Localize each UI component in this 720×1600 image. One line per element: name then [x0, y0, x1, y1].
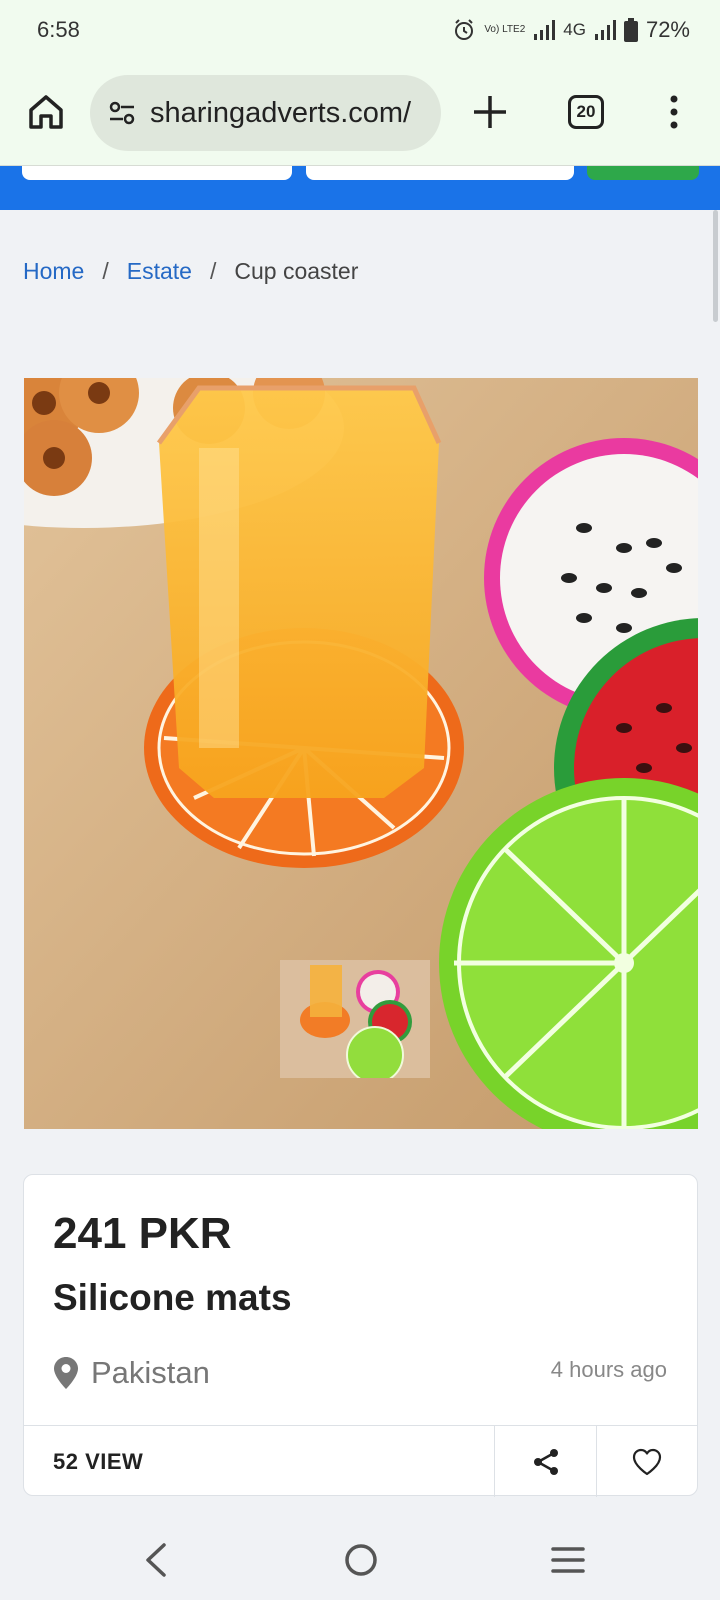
listing-title: Silicone mats: [53, 1277, 292, 1318]
share-button[interactable]: [494, 1426, 596, 1497]
back-icon[interactable]: [140, 1540, 170, 1580]
battery-percent: 72%: [645, 17, 690, 42]
listing-location: Pakistan: [53, 1355, 210, 1391]
product-thumbnail[interactable]: [280, 960, 430, 1078]
url-text: sharingadverts.com/: [150, 96, 412, 129]
site-header: [0, 166, 720, 210]
home-icon[interactable]: [26, 92, 66, 132]
status-time: 6:58: [37, 17, 80, 42]
browser-toolbar: sharingadverts.com/ 20: [0, 62, 720, 166]
breadcrumb-home[interactable]: Home: [23, 258, 84, 285]
posted-time: 4 hours ago: [550, 1357, 667, 1382]
signal-icon-2: [594, 20, 616, 40]
location-text: Pakistan: [91, 1355, 210, 1390]
system-nav-bar: [0, 1520, 720, 1600]
status-bar: 6:58 Vo) LTE2 4G 72%: [0, 0, 720, 62]
listing-card: 241 PKR Silicone mats Pakistan 4 hours a…: [23, 1174, 698, 1497]
search-button[interactable]: [587, 166, 699, 180]
more-vert-icon[interactable]: [662, 92, 686, 132]
breadcrumb-estate[interactable]: Estate: [127, 258, 192, 285]
share-icon: [533, 1448, 558, 1475]
plus-icon[interactable]: [470, 92, 510, 132]
search-field[interactable]: [22, 166, 292, 180]
card-footer: 52 VIEW: [24, 1425, 697, 1497]
tab-switcher-icon[interactable]: 20: [568, 95, 604, 129]
favorite-button[interactable]: [596, 1426, 697, 1497]
address-bar[interactable]: sharingadverts.com/: [90, 75, 441, 151]
breadcrumb: Home / Estate / Cup coaster: [23, 258, 358, 285]
view-count: 52 VIEW: [53, 1449, 144, 1474]
breadcrumb-separator: /: [102, 258, 109, 284]
breadcrumb-separator: /: [209, 258, 217, 284]
battery-icon: [623, 18, 638, 42]
signal-icon: [534, 20, 556, 40]
heart-icon: [632, 1448, 662, 1475]
listing-price: 241 PKR: [53, 1209, 232, 1258]
scrollbar[interactable]: [713, 210, 718, 322]
volte-indicator: Vo) LTE2: [484, 24, 526, 35]
alarm-icon: [455, 19, 474, 40]
recent-apps-icon[interactable]: [550, 1544, 586, 1576]
location-field[interactable]: [306, 166, 574, 180]
status-icons: Vo) LTE2 4G 72%: [452, 16, 690, 44]
network-type: 4G: [563, 20, 586, 39]
location-pin-icon: [54, 1357, 78, 1389]
breadcrumb-current: Cup coaster: [234, 258, 359, 284]
tune-icon[interactable]: [106, 97, 138, 129]
home-circle-icon[interactable]: [343, 1540, 379, 1580]
